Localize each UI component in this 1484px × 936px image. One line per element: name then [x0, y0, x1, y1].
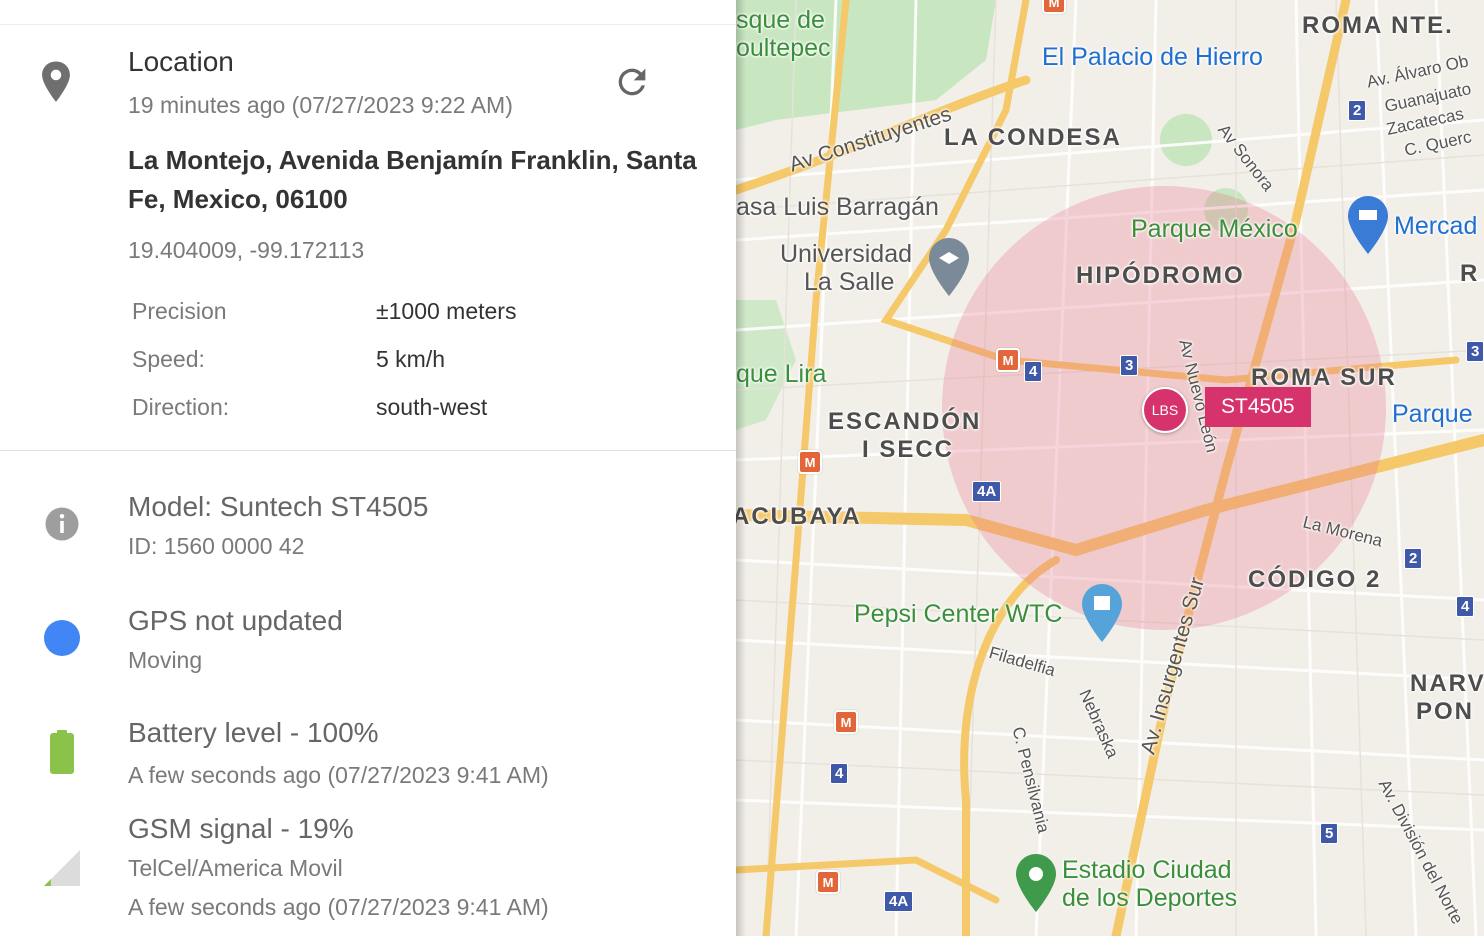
poi-label: oultepec	[736, 34, 831, 62]
battery-level-title: Battery level - 100%	[128, 717, 379, 748]
metro-station-icon[interactable]: M	[798, 450, 822, 474]
route-badge: 4	[1024, 361, 1043, 382]
direction-value: south-west	[376, 394, 488, 420]
direction-label: Direction:	[132, 394, 230, 420]
refresh-icon	[618, 68, 646, 96]
device-model: Model: Suntech ST4505	[128, 491, 429, 522]
route-badge: 3	[1466, 341, 1484, 362]
district-label: PON	[1416, 698, 1475, 725]
device-name-tag[interactable]: ST4505	[1205, 387, 1311, 427]
location-title: Location	[128, 46, 234, 77]
poi-label: que Lira	[736, 360, 827, 388]
district-label: CÓDIGO 2	[1248, 566, 1382, 593]
route-badge: 4A	[884, 891, 914, 912]
district-label: ESCANDÓN	[828, 408, 982, 435]
district-label: HIPÓDROMO	[1076, 262, 1245, 289]
district-label: ROMA NTE.	[1302, 12, 1454, 39]
route-badge: 3	[1120, 355, 1139, 376]
gsm-updated-time: A few seconds ago (07/27/2023 9:41 AM)	[128, 894, 549, 920]
lbs-location-marker[interactable]: LBS	[1142, 387, 1188, 433]
district-label: NARV	[1410, 670, 1484, 697]
poi-label: Parque	[1392, 400, 1473, 428]
speed-value: 5 km/h	[376, 346, 446, 372]
device-info-panel: Location 19 minutes ago (07/27/2023 9:22…	[0, 0, 736, 936]
district-label: LA CONDESA	[944, 124, 1122, 151]
poi-label: El Palacio de Hierro	[1042, 43, 1263, 71]
gps-movement-state: Moving	[128, 647, 203, 673]
gps-status-dot-icon	[43, 619, 81, 662]
location-pin-icon	[38, 60, 74, 109]
precision-label: Precision	[132, 298, 227, 324]
speed-label: Speed:	[132, 346, 205, 372]
poi-label: Parque México	[1131, 215, 1298, 243]
device-id: ID: 1560 0000 42	[128, 533, 305, 559]
panel-header-remnant	[0, 0, 736, 25]
signal-strength-icon	[42, 848, 82, 893]
district-label: R	[1460, 260, 1480, 287]
gsm-signal-title: GSM signal - 19%	[128, 813, 354, 844]
route-badge: 2	[1348, 100, 1367, 121]
precision-value: ±1000 meters	[376, 298, 517, 324]
route-badge: 4	[1456, 596, 1475, 617]
poi-label: Estadio Ciudad	[1062, 856, 1232, 884]
poi-label: La Salle	[804, 268, 895, 296]
panel-shadow	[736, 0, 746, 936]
location-time: 19 minutes ago (07/27/2023 9:22 AM)	[128, 92, 513, 118]
map-view[interactable]: ROMA NTE. LA CONDESA HIPÓDROMO ROMA SUR …	[736, 0, 1484, 936]
route-badge: 4A	[972, 481, 1002, 502]
gps-status-title: GPS not updated	[128, 605, 343, 636]
route-badge: 5	[1320, 823, 1339, 844]
poi-label: asa Luis Barragán	[736, 193, 939, 221]
poi-label: sque de	[736, 6, 825, 34]
metro-station-icon[interactable]: M	[834, 710, 858, 734]
metro-station-icon[interactable]: M	[816, 870, 840, 894]
battery-icon	[50, 730, 74, 779]
poi-label: de los Deportes	[1062, 884, 1238, 912]
location-address: La Montejo, Avenida Benjamín Franklin, S…	[128, 145, 697, 214]
metro-station-icon[interactable]: M	[996, 348, 1020, 372]
district-label: I SECC	[862, 436, 955, 463]
district-label: ACUBAYA	[736, 503, 862, 530]
info-icon	[44, 506, 80, 547]
poi-label: Mercad	[1394, 212, 1478, 240]
battery-updated-time: A few seconds ago (07/27/2023 9:41 AM)	[128, 762, 549, 788]
route-badge: 4	[830, 763, 849, 784]
poi-label: Universidad	[780, 240, 913, 268]
location-coordinates: 19.404009, -99.172113	[128, 237, 365, 263]
gsm-operator: TelCel/America Movil	[128, 855, 343, 881]
section-divider	[0, 450, 736, 451]
poi-label: Pepsi Center WTC	[854, 600, 1063, 628]
route-badge: 2	[1404, 548, 1423, 569]
refresh-location-button[interactable]	[610, 60, 654, 104]
metro-station-icon[interactable]: M	[1042, 0, 1066, 14]
